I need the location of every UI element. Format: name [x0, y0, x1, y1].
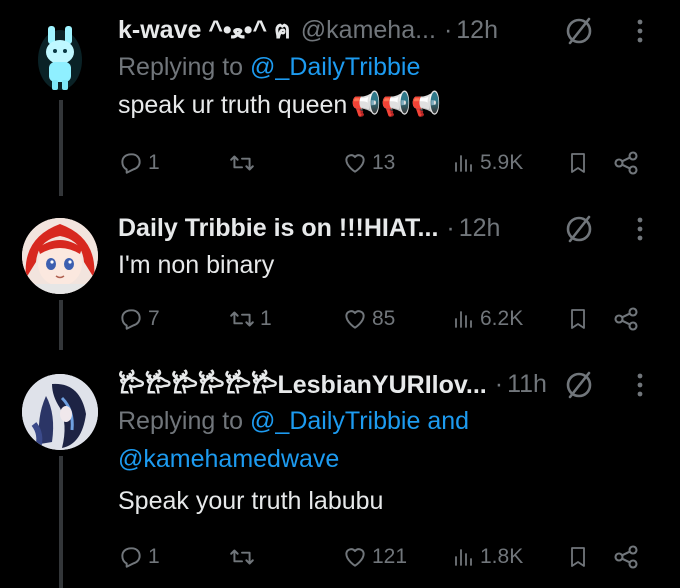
- bookmark-icon: [571, 547, 585, 567]
- repost-button[interactable]: 1: [228, 304, 272, 334]
- avatar[interactable]: [22, 20, 98, 96]
- replying-to: Replying to @_DailyTribbie and @kamehame…: [118, 402, 680, 478]
- like-count: 121: [372, 545, 408, 568]
- views-button[interactable]: 5.9K: [452, 148, 523, 178]
- share-button[interactable]: [612, 304, 640, 334]
- thread-line: [59, 456, 63, 588]
- reply-count: 1: [148, 545, 160, 568]
- like-count: 13: [372, 151, 396, 174]
- reply-icon: [121, 547, 141, 568]
- reply-button[interactable]: 7: [118, 304, 160, 334]
- reply-count: 1: [148, 151, 160, 174]
- more-icon[interactable]: [628, 14, 652, 48]
- thread-line: [59, 300, 63, 350]
- repost-count: 1: [260, 307, 272, 330]
- reply-count: 7: [148, 307, 160, 330]
- like-icon: [345, 548, 365, 567]
- repost-icon: [230, 311, 254, 327]
- replying-to-prefix: Replying to: [118, 53, 244, 81]
- separator-dot: ·: [494, 369, 504, 398]
- post-body: I'm non binary: [118, 251, 275, 279]
- views-icon: [455, 311, 472, 328]
- more-icon[interactable]: [628, 212, 652, 246]
- repost-icon: [230, 155, 254, 171]
- post-header: 𐂂𐂂𐂂𐂂𐂂𐂂LesbianYURIlov... · 11h: [118, 366, 680, 402]
- more-icon[interactable]: [628, 368, 652, 402]
- reply-post[interactable]: k-wave ^•ﻌ•^ ฅ @kameha... · 12h Replying…: [118, 12, 680, 124]
- share-button[interactable]: [612, 542, 640, 572]
- action-bar: 7 1 85 6.2K: [118, 304, 658, 334]
- view-count: 5.9K: [480, 151, 524, 174]
- bookmark-icon: [571, 153, 585, 173]
- separator-dot: ·: [446, 213, 455, 242]
- view-count: 1.8K: [480, 545, 524, 568]
- reply-post[interactable]: Daily Tribbie is on !!!HIAT... · 12h I'm…: [118, 210, 680, 284]
- repost-button[interactable]: [228, 148, 260, 178]
- bookmark-button[interactable]: [566, 148, 590, 178]
- action-bar: 1 13 5.9K: [118, 148, 658, 178]
- thread-line: [59, 100, 63, 196]
- avatar[interactable]: [22, 374, 98, 450]
- like-icon: [345, 154, 365, 173]
- like-button[interactable]: 121: [342, 542, 407, 572]
- views-button[interactable]: 1.8K: [452, 542, 523, 572]
- timestamp[interactable]: 12h: [459, 214, 501, 243]
- post-text: I'm non binary: [118, 246, 680, 284]
- views-button[interactable]: 6.2K: [452, 304, 523, 334]
- display-name[interactable]: 𐂂𐂂𐂂𐂂𐂂𐂂LesbianYURIlov...: [118, 367, 487, 401]
- reply-icon: [121, 309, 141, 330]
- user-handle[interactable]: @kameha...: [301, 16, 436, 45]
- repost-icon: [230, 549, 254, 565]
- avatar[interactable]: [22, 218, 98, 294]
- mention-link[interactable]: @_DailyTribbie: [250, 53, 420, 81]
- post-text: Speak your truth labubu: [118, 482, 680, 520]
- views-icon: [455, 155, 472, 172]
- share-icon: [614, 545, 638, 569]
- replying-to: Replying to @_DailyTribbie: [118, 48, 680, 86]
- grok-icon[interactable]: [564, 214, 594, 244]
- mention-link[interactable]: @kamehamedwave: [118, 445, 339, 473]
- display-name[interactable]: k-wave ^•ﻌ•^ ฅ: [118, 10, 291, 50]
- post-body: speak ur truth queen: [118, 91, 348, 119]
- post-header: Daily Tribbie is on !!!HIAT... · 12h: [118, 210, 680, 246]
- post-body: Speak your truth labubu: [118, 487, 384, 515]
- post-header: k-wave ^•ﻌ•^ ฅ @kameha... · 12h: [118, 12, 680, 48]
- action-bar: 1 121 1.8K: [118, 542, 658, 572]
- views-icon: [455, 549, 472, 566]
- timestamp[interactable]: 11h: [507, 370, 547, 399]
- view-count: 6.2K: [480, 307, 524, 330]
- like-count: 85: [372, 307, 396, 330]
- share-button[interactable]: [612, 148, 640, 178]
- post-text: speak ur truth queen 📢📢📢: [118, 86, 680, 124]
- share-icon: [614, 307, 638, 331]
- bookmark-button[interactable]: [566, 542, 590, 572]
- megaphone-emoji: 📢📢📢: [351, 91, 441, 118]
- share-icon: [614, 151, 638, 175]
- mention-link[interactable]: @_DailyTribbie and: [250, 407, 469, 435]
- timestamp[interactable]: 12h: [456, 16, 498, 45]
- bookmark-button[interactable]: [566, 304, 590, 334]
- grok-icon[interactable]: [564, 16, 594, 46]
- repost-button[interactable]: [228, 542, 260, 572]
- like-icon: [345, 310, 365, 329]
- bookmark-icon: [571, 309, 585, 329]
- replying-to-prefix: Replying to: [118, 407, 244, 435]
- display-name[interactable]: Daily Tribbie is on !!!HIAT...: [118, 214, 438, 243]
- reply-button[interactable]: 1: [118, 542, 160, 572]
- separator-dot: ·: [443, 15, 453, 44]
- like-button[interactable]: 85: [342, 304, 395, 334]
- reply-button[interactable]: 1: [118, 148, 160, 178]
- grok-icon[interactable]: [564, 370, 594, 400]
- like-button[interactable]: 13: [342, 148, 395, 178]
- reply-post[interactable]: 𐂂𐂂𐂂𐂂𐂂𐂂LesbianYURIlov... · 11h Replying t…: [118, 366, 680, 520]
- reply-icon: [121, 153, 141, 174]
